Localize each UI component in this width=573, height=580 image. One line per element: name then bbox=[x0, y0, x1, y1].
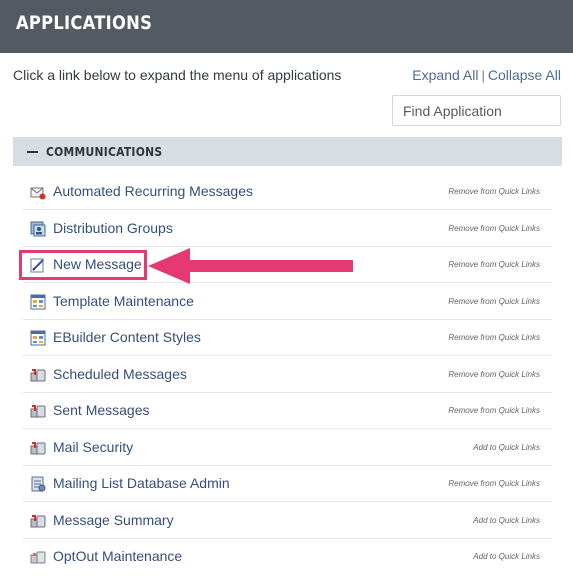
app-row: Distribution Groups Remove from Quick Lin… bbox=[23, 211, 552, 247]
section-title: COMMUNICATIONS bbox=[46, 144, 163, 159]
app-row: Mailing List Database Admin Remove from Q… bbox=[23, 466, 552, 502]
quick-link-toggle[interactable]: Remove from Quick Links bbox=[448, 333, 540, 342]
app-link[interactable]: Sent Messages bbox=[53, 402, 150, 418]
find-application-input[interactable] bbox=[392, 95, 561, 126]
expand-all-link[interactable]: Expand All bbox=[412, 67, 478, 83]
instructions-text: Click a link below to expand the menu of… bbox=[13, 67, 342, 83]
app-row: Sent Messages Remove from Quick Links bbox=[23, 393, 552, 429]
link-separator: | bbox=[481, 68, 485, 83]
app-row: Mail Security Add to Quick Links bbox=[23, 430, 552, 466]
collapse-all-link[interactable]: Collapse All bbox=[488, 67, 561, 83]
envelope-alert-icon[interactable] bbox=[30, 184, 46, 200]
expand-collapse-links: Expand All | Collapse All bbox=[412, 67, 561, 83]
quick-link-toggle[interactable]: Add to Quick Links bbox=[473, 516, 540, 525]
app-link[interactable]: Automated Recurring Messages bbox=[53, 183, 253, 199]
quick-link-toggle[interactable]: Add to Quick Links bbox=[473, 443, 540, 452]
arrow-pointer-icon bbox=[148, 248, 353, 284]
compose-icon[interactable] bbox=[30, 257, 46, 273]
mailbox-icon[interactable] bbox=[30, 403, 46, 419]
group-icon[interactable] bbox=[30, 221, 46, 237]
mailbox-gray-icon[interactable] bbox=[30, 549, 46, 565]
quick-link-toggle[interactable]: Remove from Quick Links bbox=[448, 406, 540, 415]
section-header-communications[interactable]: COMMUNICATIONS bbox=[13, 137, 562, 166]
quick-link-toggle[interactable]: Remove from Quick Links bbox=[448, 297, 540, 306]
app-link[interactable]: Scheduled Messages bbox=[53, 366, 187, 382]
template-icon[interactable] bbox=[30, 294, 46, 310]
mailbox-icon[interactable] bbox=[30, 513, 46, 529]
quick-link-toggle[interactable]: Remove from Quick Links bbox=[448, 370, 540, 379]
quick-link-toggle[interactable]: Remove from Quick Links bbox=[448, 187, 540, 196]
app-link[interactable]: Message Summary bbox=[53, 512, 174, 528]
app-row: OptOut Maintenance Add to Quick Links bbox=[23, 539, 552, 575]
mailbox-icon[interactable] bbox=[30, 440, 46, 456]
quick-link-toggle[interactable]: Remove from Quick Links bbox=[448, 224, 540, 233]
quick-link-toggle[interactable]: Add to Quick Links bbox=[473, 552, 540, 561]
app-header: APPLICATIONS bbox=[0, 0, 573, 53]
app-link[interactable]: EBuilder Content Styles bbox=[53, 329, 201, 345]
app-link[interactable]: Distribution Groups bbox=[53, 220, 173, 236]
app-link[interactable]: Template Maintenance bbox=[53, 293, 194, 309]
arrow-annotation bbox=[148, 248, 353, 284]
app-row: Message Summary Add to Quick Links bbox=[23, 503, 552, 539]
minus-icon[interactable] bbox=[27, 151, 38, 153]
app-row: Automated Recurring Messages Remove from … bbox=[23, 174, 552, 210]
app-link[interactable]: OptOut Maintenance bbox=[53, 548, 182, 564]
page-title: APPLICATIONS bbox=[16, 12, 153, 34]
quick-link-toggle[interactable]: Remove from Quick Links bbox=[448, 260, 540, 269]
quick-link-toggle[interactable]: Remove from Quick Links bbox=[448, 479, 540, 488]
mailbox-icon[interactable] bbox=[30, 367, 46, 383]
app-link[interactable]: Mail Security bbox=[53, 439, 133, 455]
app-link[interactable]: New Message bbox=[53, 256, 142, 272]
app-row: EBuilder Content Styles Remove from Quick… bbox=[23, 320, 552, 356]
app-link[interactable]: Mailing List Database Admin bbox=[53, 475, 230, 491]
template-icon[interactable] bbox=[30, 330, 46, 346]
app-row: Template Maintenance Remove from Quick Li… bbox=[23, 284, 552, 320]
database-icon[interactable] bbox=[30, 476, 46, 492]
app-row: Scheduled Messages Remove from Quick Link… bbox=[23, 357, 552, 393]
